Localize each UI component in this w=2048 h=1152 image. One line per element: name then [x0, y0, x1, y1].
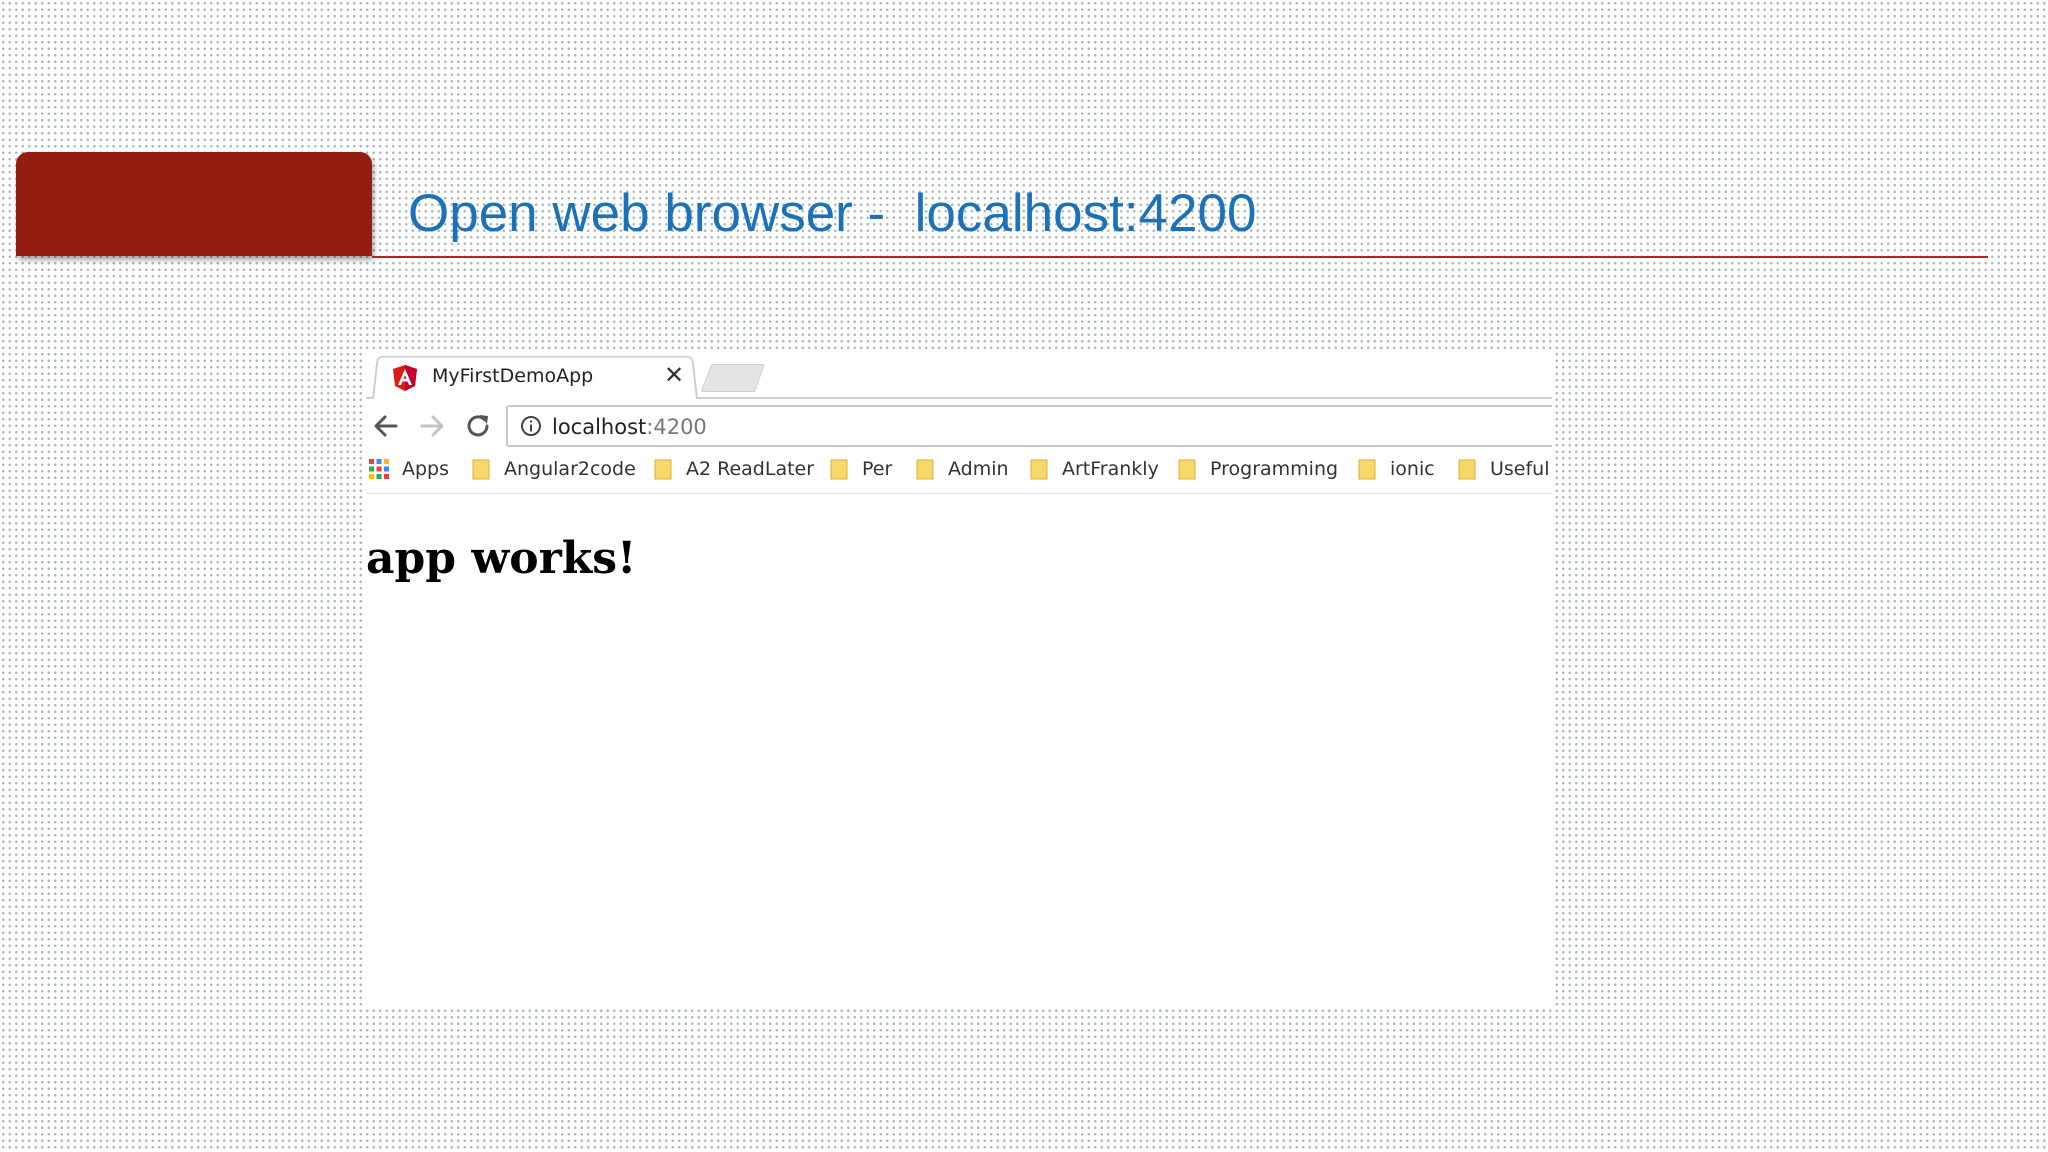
folder-icon [1030, 459, 1048, 480]
bookmarks-bar: Apps Angular2code A2 ReadLater Per Admin… [366, 453, 1552, 494]
slide-title: Open web browser - localhost:4200 [408, 184, 1257, 243]
address-bar-url: localhost:4200 [552, 415, 707, 439]
bookmark-folder[interactable]: ionic [1358, 458, 1435, 488]
url-host: localhost [552, 415, 647, 439]
folder-icon [830, 459, 848, 480]
bookmark-folder[interactable]: Per [830, 458, 892, 488]
bookmark-folder[interactable]: Useful [1458, 458, 1550, 488]
folder-icon [1358, 459, 1376, 480]
bookmark-label: Apps [402, 458, 450, 480]
tab-close-icon[interactable]: ✕ [664, 361, 684, 389]
reload-icon[interactable] [460, 408, 496, 444]
folder-icon [654, 459, 672, 480]
info-icon[interactable] [520, 415, 542, 437]
folder-icon [1458, 459, 1476, 480]
apps-grid-icon [369, 459, 389, 479]
bookmark-label: Useful [1490, 458, 1550, 480]
bookmark-folder[interactable]: Programming [1178, 458, 1338, 488]
bookmark-label: Angular2code [504, 458, 636, 480]
address-bar[interactable]: localhost:4200 [506, 405, 1552, 447]
folder-icon [1178, 459, 1196, 480]
slide-accent-block [16, 152, 372, 256]
forward-arrow-icon[interactable] [414, 408, 450, 444]
angular-icon [393, 365, 417, 391]
browser-window: MyFirstDemoApp ✕ localhost:4200 Apps Ang… [366, 350, 1552, 1006]
bookmark-label: Programming [1210, 458, 1339, 480]
tab-title: MyFirstDemoApp [432, 365, 594, 387]
bookmark-folder[interactable]: A2 ReadLater [654, 458, 814, 488]
bookmark-label: Per [862, 458, 893, 480]
page-heading: app works! [366, 533, 637, 584]
tab-strip: MyFirstDemoApp ✕ [366, 350, 1552, 399]
bookmark-label: ArtFrankly [1062, 458, 1159, 480]
new-tab-button[interactable] [700, 364, 766, 392]
bookmark-label: ionic [1390, 458, 1435, 480]
folder-icon [472, 459, 490, 480]
bookmark-apps[interactable]: Apps [368, 458, 449, 488]
bookmark-folder[interactable]: Angular2code [472, 458, 636, 488]
folder-icon [916, 459, 934, 480]
bookmark-folder[interactable]: Admin [916, 458, 1009, 488]
bookmark-label: A2 ReadLater [686, 458, 815, 480]
browser-toolbar: localhost:4200 [366, 400, 1552, 452]
bookmark-label: Admin [948, 458, 1009, 480]
active-tab[interactable]: MyFirstDemoApp ✕ [372, 354, 698, 399]
back-arrow-icon[interactable] [368, 408, 404, 444]
bookmark-folder[interactable]: ArtFrankly [1030, 458, 1159, 488]
url-port: :4200 [646, 415, 707, 439]
title-underline [372, 256, 1988, 258]
